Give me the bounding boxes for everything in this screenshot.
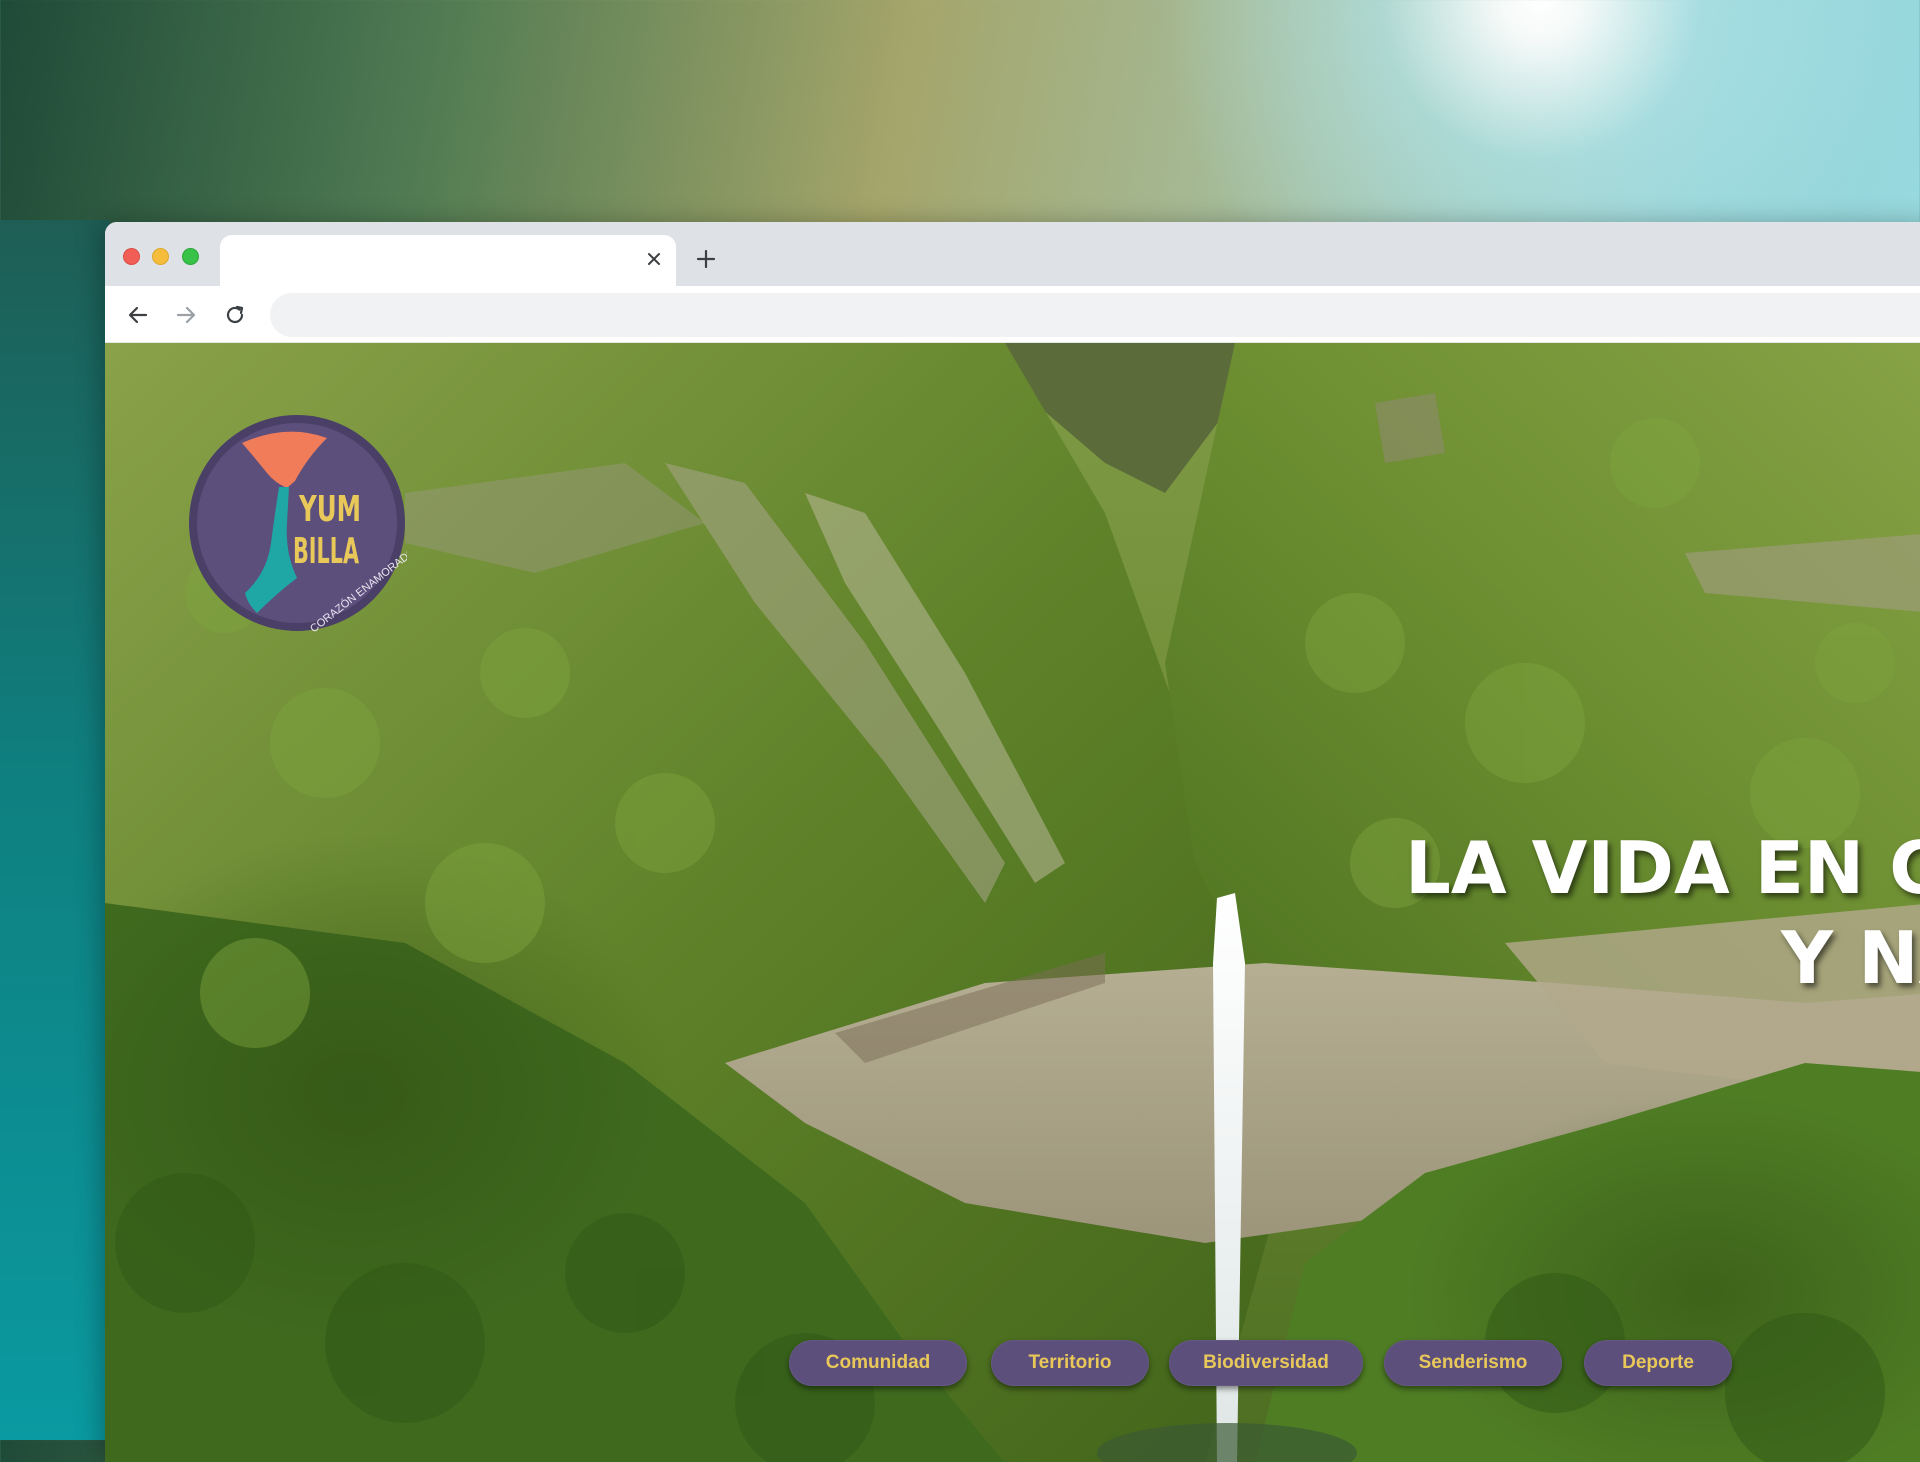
hero-headline-line2: Y NA	[1781, 916, 1920, 1000]
tab-close-button[interactable]	[642, 247, 666, 271]
browser-window: YUM BILLA CORAZÓN ENAMORADO LA VIDA EN C…	[105, 222, 1920, 1462]
desktop-background	[0, 220, 110, 1440]
tag-territorio-button[interactable]: Territorio	[991, 1340, 1149, 1386]
new-tab-button[interactable]	[687, 240, 725, 278]
url-input[interactable]	[270, 293, 1920, 337]
arrow-left-icon	[128, 306, 148, 324]
tag-biodiversidad-button[interactable]: Biodiversidad	[1169, 1340, 1363, 1386]
close-window-button[interactable]	[123, 248, 140, 265]
logo-line1: YUM	[298, 489, 361, 530]
tab-bar	[105, 222, 1920, 286]
reload-icon	[226, 305, 244, 324]
maximize-window-button[interactable]	[182, 248, 199, 265]
tag-deporte-button[interactable]: Deporte	[1584, 1340, 1732, 1386]
reload-button[interactable]	[218, 298, 252, 332]
plus-icon	[696, 249, 716, 269]
forward-button[interactable]	[169, 298, 203, 332]
web-page-viewport: YUM BILLA CORAZÓN ENAMORADO LA VIDA EN C…	[105, 343, 1920, 1462]
tag-senderismo-button[interactable]: Senderismo	[1384, 1340, 1562, 1386]
tag-comunidad-button[interactable]: Comunidad	[789, 1340, 967, 1386]
browser-tab[interactable]	[220, 235, 676, 286]
minimize-window-button[interactable]	[152, 248, 169, 265]
arrow-right-icon	[176, 306, 196, 324]
hero-headline-line1: LA VIDA EN CO	[1405, 826, 1920, 910]
address-bar[interactable]	[270, 293, 1920, 337]
yumbilla-logo[interactable]: YUM BILLA CORAZÓN ENAMORADO	[187, 413, 407, 633]
close-icon	[648, 253, 660, 265]
hero-headline: LA VIDA EN CO Y NA	[1405, 823, 1920, 1003]
browser-toolbar	[105, 286, 1920, 343]
back-button[interactable]	[121, 298, 155, 332]
logo-line2: BILLA	[293, 531, 359, 572]
